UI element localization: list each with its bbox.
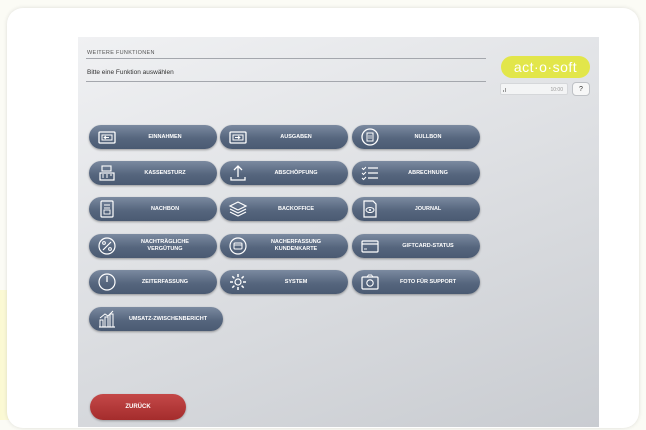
function-label: BACKOFFICE <box>277 205 315 212</box>
function-button-system[interactable]: SYSTEM <box>220 270 348 294</box>
function-button-umsatz-zwischenbericht[interactable]: UMSATZ-ZWISCHENBERICHT <box>89 307 223 331</box>
function-label: NACHTRÄGLICHE VERGÜTUNG <box>141 239 189 252</box>
document-eye-icon <box>363 200 377 218</box>
function-button-foto-fuer-support[interactable]: FOTO FÜR SUPPORT <box>352 270 480 294</box>
upload-arrow-icon <box>230 165 246 181</box>
function-button-abrechnung[interactable]: ABRECHNUNG <box>352 161 480 185</box>
cash-in-icon <box>98 131 116 144</box>
function-label: NACHERFASSUNG KUNDENKARTE <box>270 239 322 252</box>
clock-time: 10:00 <box>550 87 563 93</box>
function-button-journal[interactable]: JOURNAL <box>352 197 480 221</box>
function-label: ABSCHÖPFUNG <box>274 169 318 176</box>
actosoft-logo: act·o·soft <box>501 56 590 78</box>
layers-icon <box>228 201 248 217</box>
signal-icon <box>503 88 506 92</box>
cash-register-icon <box>99 165 115 181</box>
function-label: EINNAHMEN <box>148 133 182 140</box>
function-label: ABRECHNUNG <box>408 169 448 176</box>
gear-icon <box>230 274 246 290</box>
clock-icon <box>98 273 116 291</box>
function-label: ZEITERFASSUNG <box>141 278 189 285</box>
back-button[interactable]: ZURÜCK <box>90 394 186 420</box>
gift-card-icon <box>361 240 379 253</box>
function-label: SYSTEM <box>284 278 308 285</box>
function-label: NACHBON <box>150 205 180 212</box>
function-button-zeiterfassung[interactable]: ZEITERFASSUNG <box>89 270 217 294</box>
function-button-abschoepfung[interactable]: ABSCHÖPFUNG <box>220 161 348 185</box>
function-button-giftcard-status[interactable]: GIFTCARD-STATUS <box>352 234 480 258</box>
function-label: GIFTCARD-STATUS <box>402 242 454 249</box>
function-label: NULLBON <box>414 133 442 140</box>
pos-screen: WEITERE FUNKTIONEN Bitte eine Funktion a… <box>78 37 599 427</box>
bar-chart-icon <box>99 310 115 328</box>
header-divider <box>86 81 486 82</box>
function-label: JOURNAL <box>414 205 442 212</box>
function-button-kassensturz[interactable]: KASSENSTURZ <box>89 161 217 185</box>
header-divider <box>86 58 486 59</box>
function-button-einnahmen[interactable]: EINNAHMEN <box>89 125 217 149</box>
page-title: WEITERE FUNKTIONEN <box>87 50 155 56</box>
camera-icon <box>361 274 379 290</box>
function-button-nachtraegliche-verguetung[interactable]: NACHTRÄGLICHE VERGÜTUNG <box>89 234 217 258</box>
tablet-frame: WEITERE FUNKTIONEN Bitte eine Funktion a… <box>7 8 639 428</box>
checklist-icon <box>361 166 378 181</box>
function-button-ausgaben[interactable]: AUSGABEN <box>220 125 348 149</box>
help-button[interactable]: ? <box>572 82 590 96</box>
function-button-nacherfassung-kundenkarte[interactable]: NACHERFASSUNG KUNDENKARTE <box>220 234 348 258</box>
clock-field: 10:00 <box>500 83 568 95</box>
function-button-backoffice[interactable]: BACKOFFICE <box>220 197 348 221</box>
null-receipt-icon <box>361 128 379 146</box>
function-label: FOTO FÜR SUPPORT <box>399 278 457 285</box>
customer-card-icon <box>229 237 247 255</box>
page-subtitle: Bitte eine Funktion auswählen <box>87 69 174 76</box>
function-label: UMSATZ-ZWISCHENBERICHT <box>128 315 208 322</box>
function-button-nullbon[interactable]: NULLBON <box>352 125 480 149</box>
cash-out-icon <box>229 131 247 144</box>
function-label: KASSENSTURZ <box>144 169 186 176</box>
function-button-nachbon[interactable]: NACHBON <box>89 197 217 221</box>
percent-icon <box>98 237 116 255</box>
function-label: AUSGABEN <box>280 133 312 140</box>
receipt-icon <box>100 200 114 218</box>
